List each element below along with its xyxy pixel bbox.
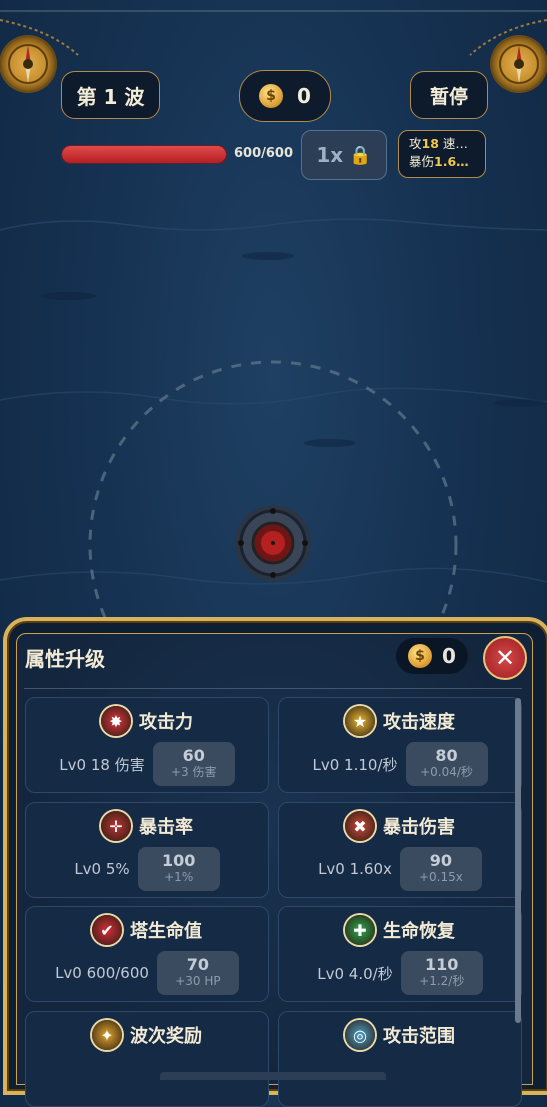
upgrade-card-header: ✖ 暴击伤害: [279, 811, 521, 841]
panel-title: 属性升级: [25, 647, 105, 671]
upgrade-card[interactable]: ✔ 塔生命值 Lv0 600/600 70 +30 HP: [25, 906, 269, 1002]
upgrade-gain: +1.2/秒: [419, 974, 465, 988]
upgrade-card-header: ✛ 暴击率: [26, 811, 268, 841]
stats-line-2: 暴伤1.6…: [409, 154, 469, 169]
upgrade-cost-button[interactable]: 60 +3 伤害: [152, 742, 235, 786]
tower-hp-fill: [62, 146, 226, 163]
upgrade-card-header: ✸ 攻击力: [26, 706, 268, 736]
stats-summary[interactable]: 攻18 速… 暴伤1.6…: [398, 130, 486, 178]
compass-left-icon: [1, 37, 55, 91]
speed-button[interactable]: 1x 🔒: [301, 130, 387, 180]
upgrade-level: Lv0 600/600: [55, 964, 149, 982]
upgrade-level: Lv0 18 伤害: [59, 755, 145, 774]
compass-right-icon: [492, 37, 546, 91]
upgrade-cost-button[interactable]: 100 +1%: [137, 847, 220, 891]
upgrade-name: 波次奖励: [130, 1026, 202, 1047]
heart-check-icon: ✔: [92, 915, 122, 945]
coin-icon: $: [259, 84, 284, 108]
attack-range-ring: [88, 360, 458, 620]
crit-damage-icon: ✖: [345, 811, 375, 841]
coin-icon: $: [408, 644, 432, 668]
gold-value: 0: [297, 84, 311, 108]
upgrade-name: 暴击伤害: [383, 817, 455, 838]
upgrade-cost-button[interactable]: 110 +1.2/秒: [400, 951, 483, 995]
upgrade-name: 暴击率: [139, 817, 193, 838]
upgrade-card-header: ◎ 攻击范围: [279, 1020, 521, 1050]
tower-hp-bar: [61, 145, 227, 164]
upgrade-gain: +3 伤害: [170, 765, 217, 779]
range-target-icon: ◎: [345, 1020, 375, 1050]
tower-hp-text: 600/600: [234, 146, 294, 161]
upgrade-gain: +0.04/秒: [420, 765, 473, 779]
upgrade-cost-button[interactable]: 80 +0.04/秒: [405, 742, 488, 786]
wave-reward-icon: ✦: [92, 1020, 122, 1050]
upgrade-card[interactable]: ★ 攻击速度 Lv0 1.10/秒 80 +0.04/秒: [278, 697, 522, 793]
upgrade-row: Lv0 1.60x 90 +0.15x: [279, 847, 521, 891]
attack-burst-icon: ✸: [101, 706, 131, 736]
gold-counter: $ 0: [239, 70, 331, 122]
plus-heal-icon: ✚: [345, 915, 375, 945]
pause-button[interactable]: 暂停: [410, 71, 488, 119]
panel-divider: [24, 688, 522, 689]
panel-gold-value: 0: [442, 644, 456, 668]
lock-icon: 🔒: [349, 144, 372, 166]
upgrade-card-header: ✔ 塔生命值: [26, 915, 268, 945]
upgrade-card[interactable]: ◎ 攻击范围: [278, 1011, 522, 1107]
upgrade-gain: +1%: [164, 870, 194, 884]
upgrade-gain: +0.15x: [418, 870, 463, 884]
panel-gold-counter: $ 0: [396, 638, 468, 674]
upgrade-card[interactable]: ✛ 暴击率 Lv0 5% 100 +1%: [25, 802, 269, 898]
upgrade-cost-button[interactable]: 90 +0.15x: [399, 847, 482, 891]
upgrade-name: 生命恢复: [383, 921, 455, 942]
upgrade-cost-button[interactable]: 70 +30 HP: [156, 951, 239, 995]
upgrade-cost: 110: [425, 955, 459, 974]
scrollbar[interactable]: [515, 698, 521, 1023]
upgrade-name: 塔生命值: [130, 921, 202, 942]
upgrade-name: 攻击速度: [383, 712, 455, 733]
upgrade-level: Lv0 5%: [74, 860, 130, 878]
star-icon: ★: [345, 706, 375, 736]
upgrade-level: Lv0 1.60x: [318, 860, 392, 878]
close-button[interactable]: ✕: [483, 636, 527, 680]
wave-label: 第 1 波: [76, 84, 145, 109]
stats-line-1: 攻18 速…: [409, 136, 468, 151]
crosshair-icon: ✛: [101, 811, 131, 841]
top-border: [0, 10, 547, 12]
upgrade-card[interactable]: ✸ 攻击力 Lv0 18 伤害 60 +3 伤害: [25, 697, 269, 793]
wave-indicator: 第 1 波: [61, 71, 160, 119]
upgrade-cost: 90: [429, 851, 453, 870]
tower[interactable]: [235, 505, 311, 581]
upgrade-card-header: ✚ 生命恢复: [279, 915, 521, 945]
upgrade-row: Lv0 5% 100 +1%: [26, 847, 268, 891]
upgrade-row: Lv0 4.0/秒 110 +1.2/秒: [279, 951, 521, 995]
upgrade-row: Lv0 600/600 70 +30 HP: [26, 951, 268, 995]
upgrade-cost: 80: [435, 746, 458, 765]
upgrade-name: 攻击力: [139, 712, 193, 733]
speed-label: 1x: [316, 143, 344, 167]
upgrade-card[interactable]: ✖ 暴击伤害 Lv0 1.60x 90 +0.15x: [278, 802, 522, 898]
pause-label: 暂停: [429, 85, 468, 108]
upgrade-card-header: ★ 攻击速度: [279, 706, 521, 736]
bottom-handle: [160, 1072, 386, 1080]
upgrade-row: Lv0 1.10/秒 80 +0.04/秒: [279, 742, 521, 786]
close-icon: ✕: [494, 644, 516, 672]
upgrade-card-header: ✦ 波次奖励: [26, 1020, 268, 1050]
upgrade-row: Lv0 18 伤害 60 +3 伤害: [26, 742, 268, 786]
upgrade-cost: 100: [161, 851, 196, 870]
upgrade-card[interactable]: ✚ 生命恢复 Lv0 4.0/秒 110 +1.2/秒: [278, 906, 522, 1002]
upgrade-level: Lv0 4.0/秒: [317, 964, 393, 983]
upgrade-card[interactable]: ✦ 波次奖励: [25, 1011, 269, 1107]
upgrade-level: Lv0 1.10/秒: [312, 755, 398, 774]
upgrade-cost: 70: [186, 955, 210, 974]
upgrade-cost: 60: [182, 746, 205, 765]
upgrade-gain: +30 HP: [175, 974, 221, 988]
upgrade-name: 攻击范围: [383, 1026, 455, 1047]
